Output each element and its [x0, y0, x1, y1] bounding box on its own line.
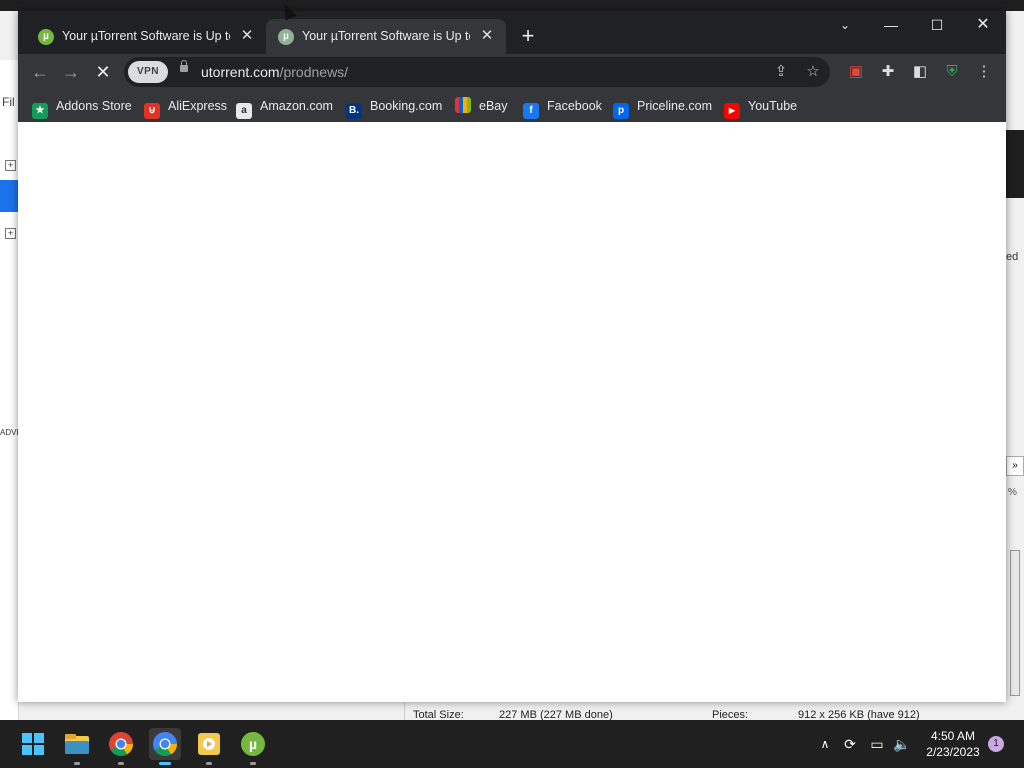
show-hidden-icons-chevron-icon[interactable]: ∧ [815, 734, 835, 754]
column-header-fragment: ed [1006, 251, 1019, 263]
start-button[interactable] [17, 728, 49, 760]
dropdown-toggle-icon[interactable]: » [1006, 456, 1024, 476]
addons-store-icon: ★ [32, 103, 48, 119]
new-tab-button[interactable]: + [516, 25, 540, 49]
bookmark-booking[interactable]: B. Booking.com [346, 97, 442, 119]
close-window-button[interactable]: ✕ [960, 11, 1006, 41]
chrome-icon [109, 732, 133, 757]
chrome-beta-icon [153, 732, 177, 757]
bookmark-aliexpress[interactable]: ⊍ AliExpress [144, 97, 227, 119]
background-dark-block [1006, 130, 1024, 198]
vpn-badge[interactable]: VPN [128, 61, 168, 83]
bookmark-facebook[interactable]: f Facebook [523, 97, 602, 119]
svg-text:µ: µ [249, 736, 257, 752]
percent-label: % [1008, 487, 1017, 498]
selected-row[interactable] [0, 180, 18, 212]
tab-title: Your µTorrent Software is Up to Date [302, 29, 470, 43]
page-content-area[interactable] [18, 122, 1006, 702]
extensions-puzzle-icon[interactable]: ✚ [876, 60, 900, 84]
share-icon[interactable]: ⇪ [770, 61, 792, 83]
lock-icon[interactable] [180, 60, 188, 72]
filter-label: Fil [2, 95, 15, 109]
taskbar-file-explorer[interactable] [61, 728, 93, 765]
background-right-panel: ed » % [1006, 120, 1024, 720]
windows-taskbar: µ ∧ ⟳ ▭ 🔈 4:50 AM 2/23/2023 1 [0, 720, 1024, 768]
youtube-icon: ▶ [724, 103, 740, 119]
file-explorer-icon [65, 734, 89, 754]
back-button[interactable]: ← [28, 60, 52, 84]
menu-kebab-icon[interactable]: ⋮ [972, 60, 996, 84]
facebook-icon: f [523, 103, 539, 119]
aliexpress-icon: ⊍ [144, 103, 160, 119]
bookmark-youtube[interactable]: ▶ YouTube [724, 97, 797, 119]
security-shield-icon[interactable]: ⛨ [940, 60, 964, 84]
utorrent-icon: µ [241, 732, 265, 756]
background-title-strip [0, 0, 1024, 11]
sync-status-icon[interactable]: ⟳ [840, 734, 860, 754]
amazon-icon: a [236, 103, 252, 119]
taskbar-media-player[interactable] [193, 728, 225, 765]
loading-favicon-icon: µ [278, 29, 294, 45]
tab-utorrent-1[interactable]: µ Your µTorrent Software is Up to Date ✕ [26, 19, 266, 54]
ebay-icon [455, 97, 471, 113]
clock-date: 2/23/2023 [926, 745, 980, 759]
side-panel-icon[interactable]: ◧ [908, 60, 932, 84]
tab-strip: µ Your µTorrent Software is Up to Date ✕… [18, 11, 1006, 54]
bookmark-ebay[interactable]: eBay [455, 97, 508, 115]
forward-button[interactable]: → [59, 60, 83, 84]
bookmark-priceline[interactable]: p Priceline.com [613, 97, 712, 119]
navigation-toolbar: ← → ✕ VPN utorrent.com/prodnews/ ⇪ ☆ ▣ ✚… [18, 54, 1006, 90]
utorrent-favicon-icon: µ [38, 29, 54, 45]
stop-loading-button[interactable]: ✕ [91, 60, 115, 84]
background-left-panel: Fil + + ADVE [0, 60, 22, 720]
url-text[interactable]: utorrent.com/prodnews/ [201, 64, 348, 80]
address-bar[interactable]: VPN utorrent.com/prodnews/ ⇪ ☆ [124, 57, 830, 87]
booking-icon: B. [346, 103, 362, 119]
expand-icon[interactable]: + [5, 228, 16, 239]
tab-search-icon[interactable]: ⌄ [822, 11, 868, 41]
bookmark-star-icon[interactable]: ☆ [802, 61, 824, 83]
bookmark-addons-store[interactable]: ★ Addons Store [32, 97, 132, 119]
taskbar-utorrent[interactable]: µ [237, 728, 269, 765]
taskbar-chrome[interactable] [105, 728, 137, 765]
system-clock[interactable]: 4:50 AM 2/23/2023 [922, 728, 984, 760]
network-icon[interactable]: ▭ [867, 734, 887, 754]
notification-badge[interactable]: 1 [988, 736, 1004, 752]
tab-utorrent-2[interactable]: µ Your µTorrent Software is Up to Date ✕ [266, 19, 506, 54]
priceline-icon: p [613, 103, 629, 119]
minimize-button[interactable]: — [868, 11, 914, 41]
bookmarks-bar: ★ Addons Store ⊍ AliExpress a Amazon.com B.… [18, 90, 1006, 123]
close-tab-icon[interactable]: ✕ [478, 27, 496, 45]
extension-lock-icon[interactable]: ▣ [844, 60, 868, 84]
clock-time: 4:50 AM [930, 729, 976, 743]
scrollbar[interactable] [1010, 550, 1020, 696]
taskbar-chrome-active[interactable] [149, 728, 181, 765]
start-icon [22, 733, 44, 755]
torrent-info-bar: Total Size: 227 MB (227 MB done) Pieces:… [404, 702, 1007, 721]
close-tab-icon[interactable]: ✕ [238, 27, 256, 45]
media-player-icon [198, 733, 220, 755]
bookmark-amazon[interactable]: a Amazon.com [236, 97, 333, 119]
expand-icon[interactable]: + [5, 160, 16, 171]
chrome-window: µ Your µTorrent Software is Up to Date ✕… [18, 11, 1006, 702]
tab-title: Your µTorrent Software is Up to Date [62, 29, 230, 43]
maximize-button[interactable]: ☐ [914, 11, 960, 41]
volume-icon[interactable]: 🔈 [892, 734, 912, 754]
